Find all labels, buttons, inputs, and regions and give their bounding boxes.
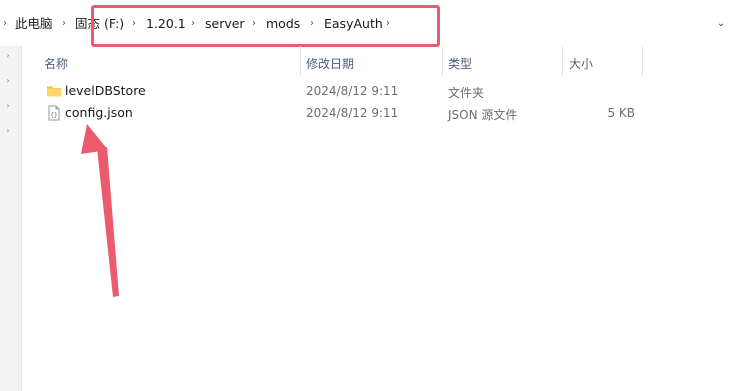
file-type: JSON 源文件 <box>448 108 518 122</box>
column-divider[interactable] <box>562 46 563 76</box>
navigation-pane[interactable]: › › › › <box>0 46 22 391</box>
column-header-row: 名称 修改日期 类型 大小 <box>23 46 741 76</box>
file-name[interactable]: config.json <box>65 105 133 120</box>
expand-arrow-icon[interactable]: › <box>3 126 13 135</box>
svg-text:{}: {} <box>50 112 57 119</box>
arrow-shaft <box>97 147 119 297</box>
column-header-type[interactable]: 类型 <box>448 55 472 72</box>
column-header-modified[interactable]: 修改日期 <box>306 55 354 72</box>
expand-arrow-icon[interactable]: › <box>3 101 13 110</box>
column-header-size[interactable]: 大小 <box>569 55 593 72</box>
column-divider[interactable] <box>442 46 443 76</box>
file-modified: 2024/8/12 9:11 <box>306 106 399 120</box>
highlight-box <box>91 5 440 47</box>
file-size: 5 KB <box>607 106 635 120</box>
expand-arrow-icon[interactable]: › <box>3 51 13 60</box>
list-item[interactable]: {} config.json 2024/8/12 9:11 JSON 源文件 5… <box>23 102 741 124</box>
file-type: 文件夹 <box>448 86 485 100</box>
file-name[interactable]: levelDBStore <box>65 83 146 98</box>
arrow-head <box>81 124 108 154</box>
chevron-right-icon[interactable]: › <box>3 14 7 34</box>
json-file-icon: {} <box>48 105 60 121</box>
column-header-name[interactable]: 名称 <box>44 55 68 72</box>
chevron-right-icon[interactable]: › <box>62 14 66 34</box>
column-divider[interactable] <box>642 46 643 76</box>
column-divider[interactable] <box>300 46 301 76</box>
folder-icon <box>47 86 61 97</box>
list-item[interactable]: levelDBStore 2024/8/12 9:11 文件夹 <box>23 80 741 102</box>
breadcrumb-item-this-pc[interactable]: 此电脑 <box>15 14 53 34</box>
file-modified: 2024/8/12 9:11 <box>306 84 399 98</box>
chevron-down-icon[interactable]: ⌄ <box>711 13 731 35</box>
expand-arrow-icon[interactable]: › <box>3 76 13 85</box>
